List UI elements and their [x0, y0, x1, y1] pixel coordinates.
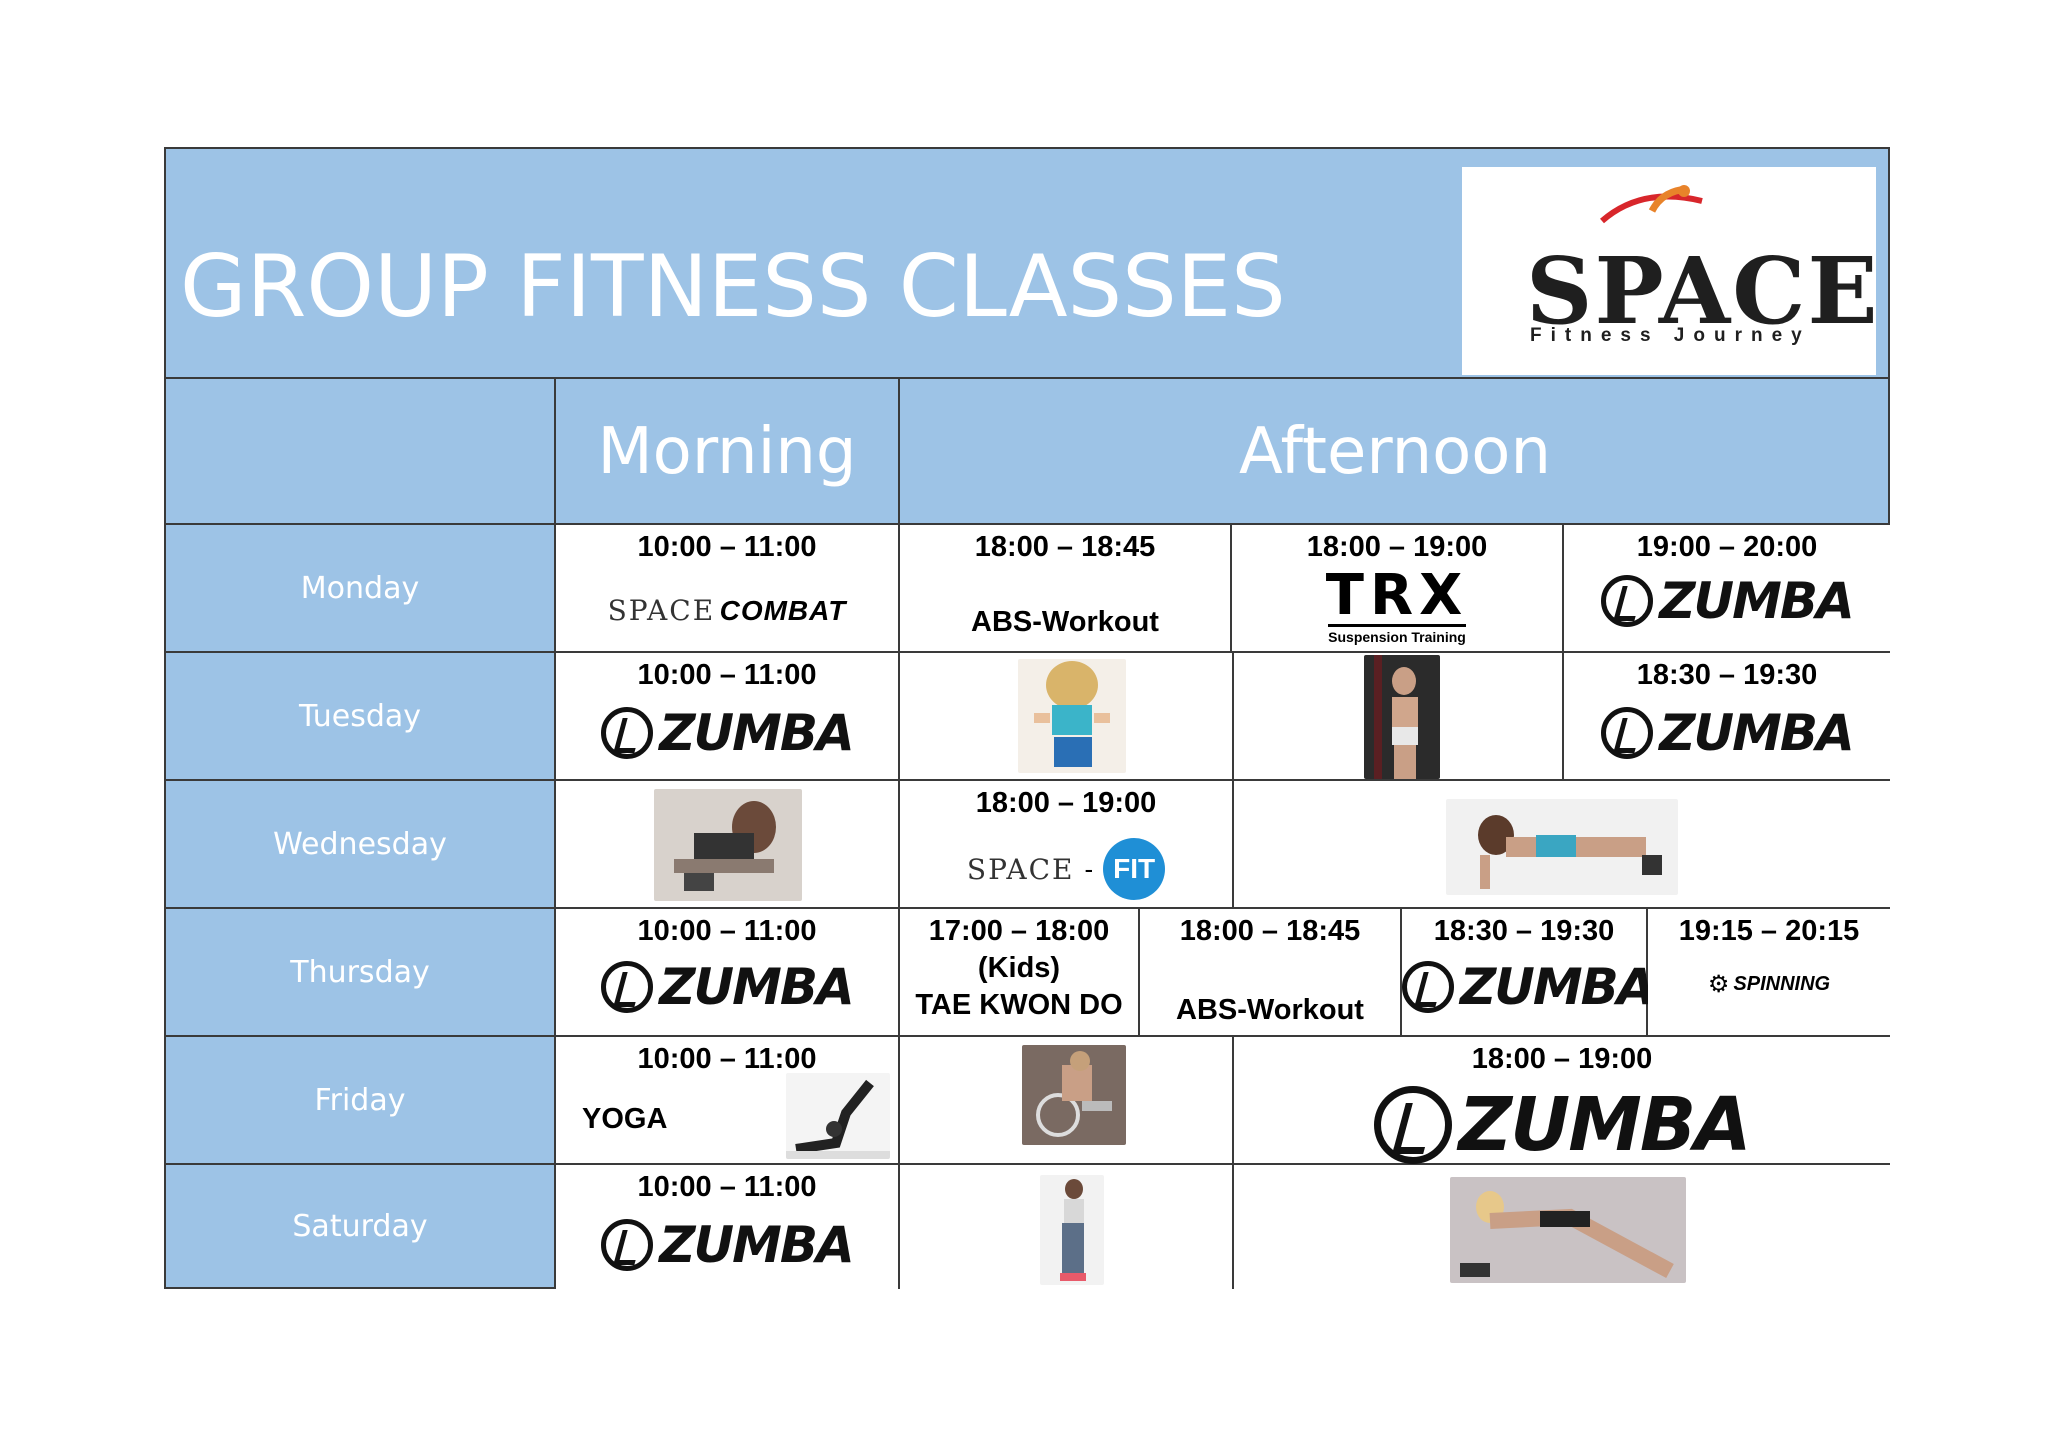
wednesday-photo-cell — [556, 781, 900, 909]
class-time: 10:00 – 11:00 — [637, 659, 817, 691]
space-combat-logo: SPACE COMBAT — [556, 594, 898, 627]
saturday-photo-cell — [900, 1165, 1234, 1289]
zumba-logo: ZUMBA — [601, 704, 855, 762]
day-tuesday: Tuesday — [166, 653, 556, 781]
zumba-logo: ZUMBA — [1601, 572, 1855, 630]
wednesday-spacefit-cell: 18:00 – 19:00 SPACE - FIT — [900, 781, 1234, 909]
class-sublabel: (Kids) — [977, 952, 1061, 984]
zumba-logo: ZUMBA — [601, 958, 855, 1016]
tuesday-photo-cell-2 — [1234, 653, 1564, 781]
zumba-logo-icon — [601, 961, 654, 1013]
class-time: 18:00 – 18:45 — [974, 531, 1156, 563]
zumba-logo: ZUMBA — [1402, 958, 1655, 1016]
class-time: 18:00 – 18:45 — [1179, 915, 1361, 947]
thursday-morning-cell: 10:00 – 11:00 ZUMBA — [556, 909, 900, 1037]
zumba-logo-icon — [1374, 1086, 1453, 1164]
plank-photo — [1450, 1177, 1686, 1283]
zumba-text: ZUMBA — [659, 704, 854, 762]
friday-photo-cell — [900, 1037, 1234, 1165]
monday-zumba-cell: 19:00 – 20:00 ZUMBA — [1564, 525, 1890, 653]
class-time: 10:00 – 11:00 — [637, 1171, 817, 1203]
class-time: 19:00 – 20:00 — [1636, 531, 1818, 563]
title-band: GROUP FITNESS CLASSES SPACE Fitness Jour… — [166, 149, 1888, 379]
monday-morning-cell: 10:00 – 11:00 SPACE COMBAT — [556, 525, 900, 653]
header-morning: Morning — [556, 379, 900, 525]
zumba-logo: ZUMBA — [1374, 1082, 1752, 1168]
zumba-text: ZUMBA — [1458, 1082, 1751, 1168]
zumba-logo: ZUMBA — [1601, 704, 1855, 762]
day-saturday: Saturday — [166, 1165, 556, 1289]
fitness-photo — [1018, 659, 1126, 773]
pushup-photo — [1446, 799, 1678, 895]
space-logo: SPACE Fitness Journey — [1462, 167, 1878, 375]
zumba-text: ZUMBA — [659, 958, 854, 1016]
yoga-photo — [786, 1073, 890, 1159]
spinning-logo: ⚙ SPINNING — [1708, 970, 1830, 999]
trx-logo: TRX Suspension Training — [1232, 568, 1562, 647]
space-fit-logo: SPACE - FIT — [966, 838, 1166, 900]
thursday-abs-cell: 18:00 – 18:45 ABS-Workout — [1140, 909, 1402, 1037]
zumba-logo-icon — [1402, 961, 1454, 1013]
thursday-spinning-cell: 19:15 – 20:15 ⚙ SPINNING — [1648, 909, 1890, 1037]
tuesday-zumba-cell: 18:30 – 19:30 ZUMBA — [1564, 653, 1890, 781]
trx-subtitle: Suspension Training — [1328, 624, 1466, 645]
class-time: 10:00 – 11:00 — [637, 1043, 817, 1075]
zumba-logo-icon — [601, 1219, 654, 1271]
class-time: 18:30 – 19:30 — [1433, 915, 1615, 947]
trx-text: TRX — [1325, 563, 1469, 628]
monday-abs-cell: 18:00 – 18:45 ABS-Workout — [900, 525, 1232, 653]
schedule-sheet: GROUP FITNESS CLASSES SPACE Fitness Jour… — [164, 147, 1890, 1289]
zumba-logo-icon — [601, 707, 654, 759]
day-wednesday: Wednesday — [166, 781, 556, 909]
zumba-text: ZUMBA — [1659, 572, 1854, 630]
logo-tagline: Fitness Journey — [1530, 325, 1811, 346]
class-label: YOGA — [582, 1103, 668, 1135]
header-blank — [166, 379, 556, 525]
class-time: 18:00 – 19:00 — [975, 787, 1157, 819]
class-time: 17:00 – 18:00 — [928, 915, 1110, 947]
zumba-text: ZUMBA — [1460, 958, 1655, 1016]
class-time: 19:15 – 20:15 — [1678, 915, 1860, 947]
monday-trx-cell: 18:00 – 19:00 TRX Suspension Training — [1232, 525, 1564, 653]
class-label: ABS-Workout — [971, 606, 1159, 638]
class-time: 10:00 – 11:00 — [637, 915, 817, 947]
thursday-taekwondo-cell: 17:00 – 18:00 (Kids) TAE KWON DO — [900, 909, 1140, 1037]
zumba-text: ZUMBA — [659, 1216, 854, 1274]
spinning-photo — [1022, 1045, 1126, 1145]
class-time: 18:00 – 19:00 — [1306, 531, 1488, 563]
spinning-text: SPINNING — [1733, 973, 1831, 995]
page-title: GROUP FITNESS CLASSES — [180, 237, 1286, 337]
zumba-text: ZUMBA — [1659, 704, 1854, 762]
zumba-logo-icon — [1601, 575, 1654, 627]
class-time: 18:30 – 19:30 — [1636, 659, 1818, 691]
dumbbell-photo — [654, 789, 802, 901]
combat-brand: COMBAT — [719, 595, 847, 626]
fit-badge: FIT — [1103, 838, 1166, 900]
day-thursday: Thursday — [166, 909, 556, 1037]
class-label: ABS-Workout — [1176, 994, 1364, 1026]
spinning-icon: ⚙ — [1707, 971, 1730, 998]
workout-photo — [1040, 1175, 1104, 1285]
space-brand: SPACE — [966, 852, 1075, 886]
class-time: 18:00 – 19:00 — [1471, 1043, 1653, 1075]
class-time: 10:00 – 11:00 — [637, 531, 817, 563]
zumba-logo-icon — [1601, 707, 1654, 759]
thursday-zumba-cell: 18:30 – 19:30 ZUMBA — [1402, 909, 1655, 1037]
day-friday: Friday — [166, 1037, 556, 1165]
space-brand: SPACE — [607, 594, 716, 627]
day-monday: Monday — [166, 525, 556, 653]
saturday-morning-cell: 10:00 – 11:00 ZUMBA — [556, 1165, 900, 1289]
tuesday-morning-cell: 10:00 – 11:00 ZUMBA — [556, 653, 900, 781]
saturday-photo-cell-2 — [1234, 1165, 1890, 1289]
trx-photo — [1364, 655, 1440, 779]
zumba-logo: ZUMBA — [601, 1216, 855, 1274]
friday-zumba-cell: 18:00 – 19:00 ZUMBA — [1234, 1037, 1890, 1168]
friday-yoga-cell: 10:00 – 11:00 YOGA — [556, 1037, 900, 1165]
tuesday-photo-cell — [900, 653, 1234, 781]
header-afternoon: Afternoon — [900, 379, 1890, 525]
class-label: TAE KWON DO — [915, 989, 1123, 1021]
wednesday-photo-cell-2 — [1234, 781, 1890, 909]
